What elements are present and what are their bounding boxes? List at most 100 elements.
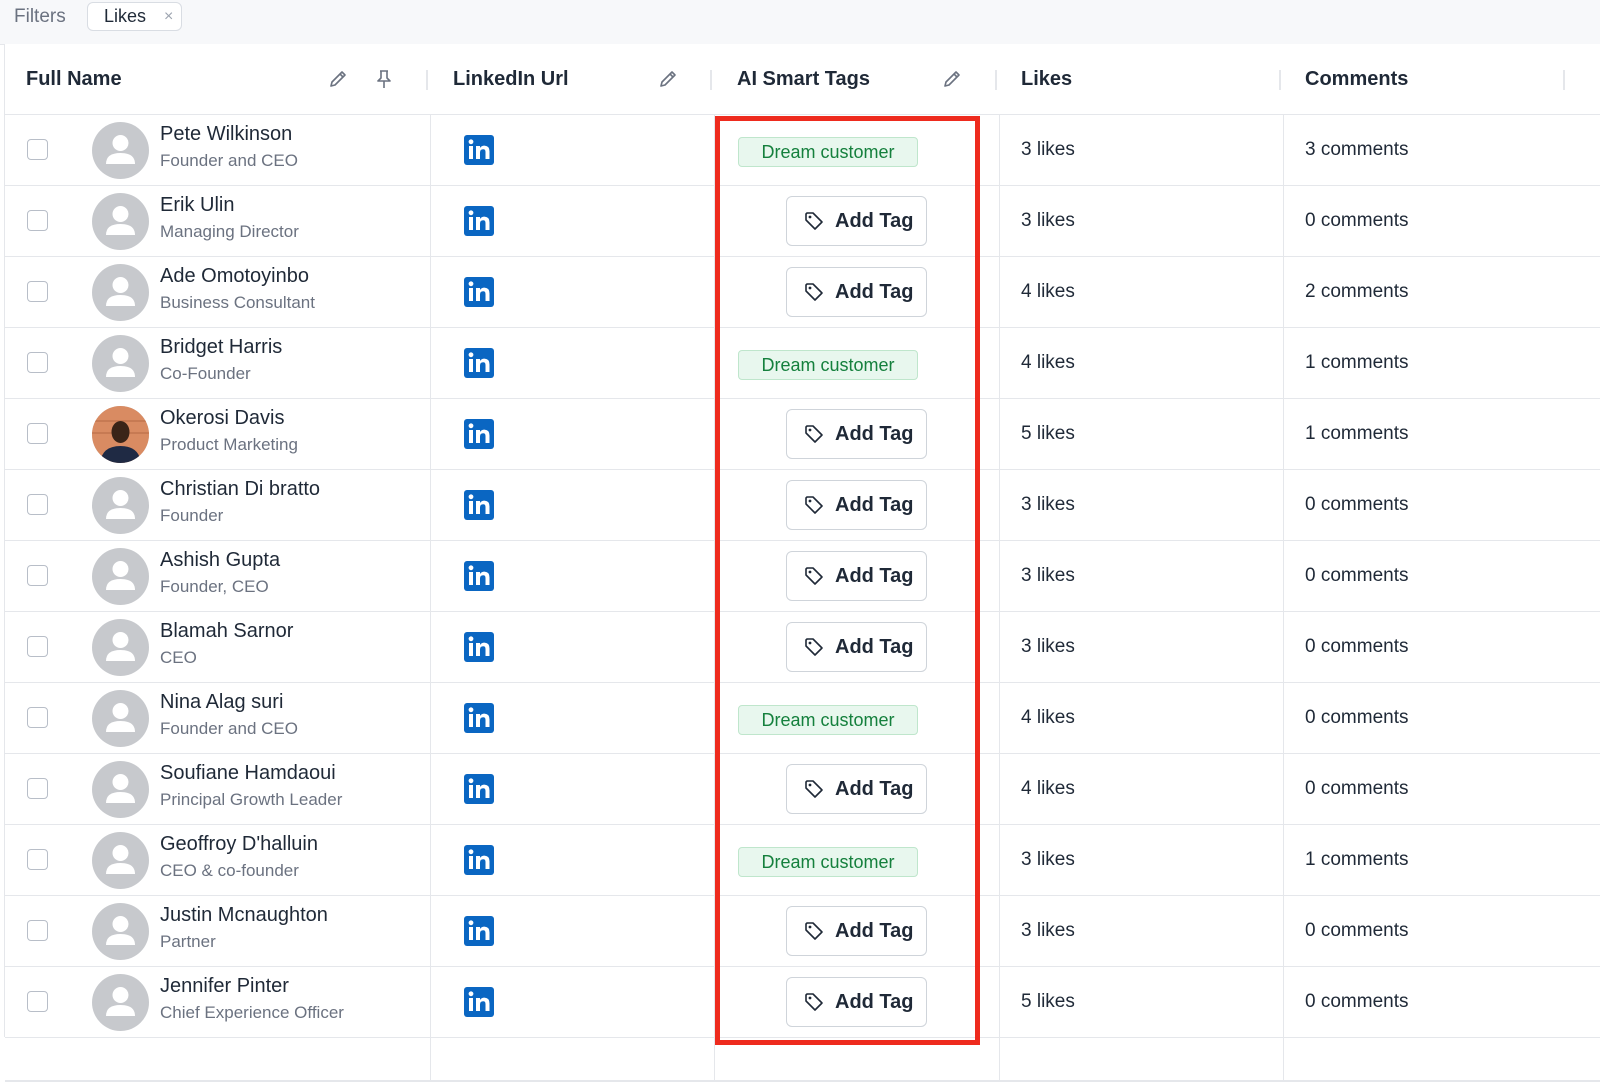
column-resize-handle[interactable] bbox=[995, 70, 997, 90]
column-resize-handle[interactable] bbox=[710, 70, 712, 90]
row-checkbox[interactable] bbox=[27, 281, 48, 302]
dream-customer-tag[interactable]: Dream customer bbox=[738, 705, 918, 735]
pin-icon[interactable] bbox=[373, 68, 395, 90]
table-row[interactable]: Pete Wilkinson Founder and CEO Dream custo… bbox=[5, 115, 1600, 186]
contact-name[interactable]: Christian Di bratto bbox=[160, 478, 320, 501]
row-checkbox[interactable] bbox=[27, 494, 48, 515]
table-row[interactable]: Justin Mcnaughton Partner Add Tag 3 likes 0 … bbox=[5, 896, 1600, 967]
linkedin-icon[interactable] bbox=[464, 845, 494, 875]
table-row[interactable]: Soufiane Hamdaoui Principal Growth Leader… bbox=[5, 754, 1600, 825]
contact-name[interactable]: Blamah Sarnor bbox=[160, 620, 293, 643]
table-row[interactable]: Jennifer Pinter Chief Experience Officer A… bbox=[5, 967, 1600, 1038]
add-tag-button[interactable]: Add Tag bbox=[786, 409, 927, 459]
linkedin-icon[interactable] bbox=[464, 987, 494, 1017]
row-checkbox[interactable] bbox=[27, 565, 48, 586]
column-header-full-name[interactable]: Full Name bbox=[26, 44, 122, 114]
linkedin-icon[interactable] bbox=[464, 348, 494, 378]
avatar[interactable] bbox=[92, 761, 149, 818]
row-checkbox[interactable] bbox=[27, 991, 48, 1012]
column-resize-handle[interactable] bbox=[1279, 70, 1281, 90]
contact-name[interactable]: Ade Omotoyinbo bbox=[160, 265, 309, 288]
table-row[interactable]: Nina Alag suri Founder and CEO Dream custo… bbox=[5, 683, 1600, 754]
column-header-linkedin-url[interactable]: LinkedIn Url bbox=[453, 44, 569, 114]
column-header-ai-smart-tags[interactable]: AI Smart Tags bbox=[737, 44, 870, 114]
column-header-likes[interactable]: Likes bbox=[1021, 44, 1072, 114]
close-icon[interactable]: × bbox=[164, 8, 173, 25]
avatar[interactable] bbox=[92, 548, 149, 605]
dream-customer-tag[interactable]: Dream customer bbox=[738, 137, 918, 167]
linkedin-icon[interactable] bbox=[464, 916, 494, 946]
add-tag-button[interactable]: Add Tag bbox=[786, 977, 927, 1027]
row-checkbox[interactable] bbox=[27, 849, 48, 870]
table-row[interactable]: Geoffroy D'halluin CEO & co-founder Dream … bbox=[5, 825, 1600, 896]
contact-name[interactable]: Ashish Gupta bbox=[160, 549, 280, 572]
table-row[interactable]: Ashish Gupta Founder, CEO Add Tag 3 likes 0 … bbox=[5, 541, 1600, 612]
linkedin-icon[interactable] bbox=[464, 703, 494, 733]
pencil-icon[interactable] bbox=[327, 68, 349, 90]
add-tag-button[interactable]: Add Tag bbox=[786, 551, 927, 601]
table-row[interactable]: Erik Ulin Managing Director Add Tag 3 likes… bbox=[5, 186, 1600, 257]
column-header-comments[interactable]: Comments bbox=[1305, 44, 1408, 114]
avatar[interactable] bbox=[92, 477, 149, 534]
linkedin-icon[interactable] bbox=[464, 206, 494, 236]
linkedin-icon[interactable] bbox=[464, 490, 494, 520]
user-icon bbox=[106, 987, 135, 1016]
avatar[interactable] bbox=[92, 619, 149, 676]
row-checkbox[interactable] bbox=[27, 210, 48, 231]
add-tag-button[interactable]: Add Tag bbox=[786, 764, 927, 814]
contact-name[interactable]: Soufiane Hamdaoui bbox=[160, 762, 336, 785]
linkedin-icon[interactable] bbox=[464, 774, 494, 804]
table-row[interactable]: Christian Di bratto Founder Add Tag 3 likes… bbox=[5, 470, 1600, 541]
filter-chip-likes[interactable]: Likes × bbox=[87, 2, 182, 31]
table-row[interactable]: Okerosi Davis Product Marketing Add Tag 5 l… bbox=[5, 399, 1600, 470]
contact-name[interactable]: Nina Alag suri bbox=[160, 691, 283, 714]
contact-name[interactable]: Erik Ulin bbox=[160, 194, 234, 217]
add-tag-button[interactable]: Add Tag bbox=[786, 196, 927, 246]
avatar[interactable] bbox=[92, 264, 149, 321]
avatar[interactable] bbox=[92, 406, 149, 463]
linkedin-icon[interactable] bbox=[464, 632, 494, 662]
row-checkbox[interactable] bbox=[27, 920, 48, 941]
avatar[interactable] bbox=[92, 122, 149, 179]
column-resize-handle[interactable] bbox=[426, 70, 428, 90]
contact-title: CEO & co-founder bbox=[160, 861, 299, 880]
dream-customer-tag[interactable]: Dream customer bbox=[738, 350, 918, 380]
contact-name[interactable]: Justin Mcnaughton bbox=[160, 904, 328, 927]
linkedin-icon[interactable] bbox=[464, 561, 494, 591]
row-checkbox[interactable] bbox=[27, 636, 48, 657]
contact-name[interactable]: Pete Wilkinson bbox=[160, 123, 292, 146]
add-tag-button[interactable]: Add Tag bbox=[786, 267, 927, 317]
table-row[interactable]: Bridget Harris Co-Founder Dream customer 4 … bbox=[5, 328, 1600, 399]
row-checkbox[interactable] bbox=[27, 139, 48, 160]
linkedin-icon[interactable] bbox=[464, 277, 494, 307]
filters-bar: Filters Likes × bbox=[0, 0, 1600, 45]
contact-name[interactable]: Jennifer Pinter bbox=[160, 975, 289, 998]
avatar[interactable] bbox=[92, 690, 149, 747]
row-checkbox[interactable] bbox=[27, 423, 48, 444]
add-tag-button[interactable]: Add Tag bbox=[786, 622, 927, 672]
table-row[interactable]: Ade Omotoyinbo Business Consultant Add Tag… bbox=[5, 257, 1600, 328]
avatar[interactable] bbox=[92, 974, 149, 1031]
linkedin-icon[interactable] bbox=[464, 419, 494, 449]
add-tag-button[interactable]: Add Tag bbox=[786, 480, 927, 530]
column-resize-handle[interactable] bbox=[1563, 70, 1565, 90]
pencil-icon[interactable] bbox=[941, 68, 963, 90]
avatar[interactable] bbox=[92, 903, 149, 960]
avatar[interactable] bbox=[92, 832, 149, 889]
pencil-icon[interactable] bbox=[657, 68, 679, 90]
user-icon bbox=[106, 845, 135, 874]
avatar[interactable] bbox=[92, 193, 149, 250]
contact-name[interactable]: Geoffroy D'halluin bbox=[160, 833, 318, 856]
user-icon bbox=[106, 916, 135, 945]
contact-name[interactable]: Bridget Harris bbox=[160, 336, 282, 359]
dream-customer-tag[interactable]: Dream customer bbox=[738, 847, 918, 877]
linkedin-icon[interactable] bbox=[464, 135, 494, 165]
table-row[interactable]: Blamah Sarnor CEO Add Tag 3 likes 0 comments bbox=[5, 612, 1600, 683]
comments-count: 2 comments bbox=[1305, 281, 1409, 302]
row-checkbox[interactable] bbox=[27, 352, 48, 373]
row-checkbox[interactable] bbox=[27, 778, 48, 799]
contact-name[interactable]: Okerosi Davis bbox=[160, 407, 284, 430]
avatar[interactable] bbox=[92, 335, 149, 392]
row-checkbox[interactable] bbox=[27, 707, 48, 728]
add-tag-button[interactable]: Add Tag bbox=[786, 906, 927, 956]
